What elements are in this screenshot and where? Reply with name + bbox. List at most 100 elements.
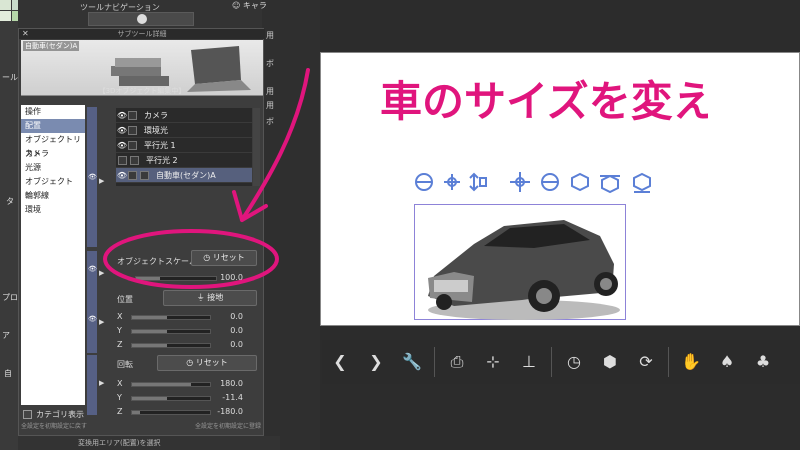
rotation-y-slider[interactable] bbox=[131, 396, 211, 401]
wrench-icon[interactable]: 🔧 bbox=[394, 340, 430, 384]
canvas-3d-toolbar: ❮ ❯ 🔧 ⎙ ⊹ ⊥ ◷ ⬢ ⟳ ✋ ♠ ♣ bbox=[322, 340, 800, 384]
left-edge-label: プロ bbox=[2, 293, 18, 302]
category-item[interactable]: オブジェクト bbox=[21, 175, 85, 189]
annotation-circle bbox=[103, 229, 279, 289]
rotation-y-value[interactable]: -11.4 bbox=[207, 393, 243, 402]
category-item-selected[interactable]: 配置 bbox=[21, 119, 85, 133]
rotation-x-slider[interactable] bbox=[131, 382, 211, 387]
ground-button-label: 接地 bbox=[207, 293, 224, 302]
panel-title: サブツール詳細 bbox=[19, 29, 265, 39]
left-edge-label: 自 bbox=[4, 369, 12, 378]
category-display-label: カテゴリ表示 bbox=[36, 410, 84, 419]
reset-button-label: リセット bbox=[195, 358, 228, 367]
axis-z-label: Z bbox=[117, 340, 123, 349]
right-col-label: 用 bbox=[266, 31, 274, 40]
expand-arrow-icon[interactable]: ▶ bbox=[99, 177, 104, 185]
category-item[interactable]: 輪郭線 bbox=[21, 189, 85, 203]
eye-icon[interactable]: 👁 bbox=[88, 173, 97, 181]
ground-button[interactable]: ⏚ 接地 bbox=[163, 290, 257, 306]
category-item[interactable]: 環境 bbox=[21, 203, 85, 217]
rotation-reset-button[interactable]: ◷ リセット bbox=[157, 355, 257, 371]
prev-icon[interactable]: ❮ bbox=[322, 340, 358, 384]
category-item[interactable]: 操作 bbox=[21, 105, 85, 119]
lock-checkbox[interactable] bbox=[128, 125, 137, 135]
position-z-slider[interactable] bbox=[131, 343, 211, 348]
pose-3-icon[interactable]: ♣ bbox=[745, 340, 781, 384]
category-item[interactable]: 光源 bbox=[21, 161, 85, 175]
position-x-slider[interactable] bbox=[131, 315, 211, 320]
rotate-z-icon[interactable] bbox=[600, 174, 620, 194]
close-icon[interactable]: ✕ bbox=[22, 29, 29, 39]
next-icon[interactable]: ❯ bbox=[358, 340, 394, 384]
object-name: カメラ bbox=[144, 110, 168, 120]
rotation-z-value[interactable]: -180.0 bbox=[207, 407, 243, 416]
3d-manipulator-toolbar bbox=[415, 172, 651, 194]
category-display-toggle[interactable]: カテゴリ表示 bbox=[23, 409, 84, 420]
position-y-slider[interactable] bbox=[131, 329, 211, 334]
ground-icon: ⏚ bbox=[196, 293, 205, 302]
axis-y-label: Y bbox=[117, 393, 122, 402]
lock-checkbox[interactable] bbox=[140, 170, 149, 180]
left-edge-label: ア bbox=[2, 331, 10, 340]
expand-arrow-icon[interactable]: ▶ bbox=[99, 318, 104, 326]
toolbar-separator bbox=[551, 347, 552, 377]
position-y-value[interactable]: 0.0 bbox=[207, 326, 243, 335]
move-plane-icon[interactable] bbox=[633, 172, 651, 193]
axis-x-label: X bbox=[117, 379, 123, 388]
eye-icon[interactable]: 👁 bbox=[116, 141, 128, 150]
eye-icon[interactable]: 👁 bbox=[116, 126, 128, 135]
rotate-xy-icon[interactable] bbox=[571, 172, 589, 192]
visibility-checkbox[interactable] bbox=[118, 155, 127, 165]
axis-x-label: X bbox=[117, 312, 123, 321]
expand-arrow-icon[interactable]: ▶ bbox=[99, 379, 104, 387]
category-list: 操作 配置 オブジェクトリスト カメラ 光源 オブジェクト 輪郭線 環境 bbox=[21, 105, 85, 405]
left-edge-label: タ bbox=[6, 197, 14, 206]
eye-icon[interactable]: 👁 bbox=[88, 265, 97, 273]
object-name: 平行光 1 bbox=[144, 140, 176, 150]
category-item[interactable]: カメラ bbox=[21, 147, 85, 161]
pose-icon[interactable]: ✋ bbox=[673, 340, 709, 384]
left-edge-label: ール bbox=[2, 73, 18, 82]
rotation-label: 回転 bbox=[117, 360, 133, 369]
camera-angle-icon[interactable]: ⎙ bbox=[439, 340, 475, 384]
lock-checkbox[interactable] bbox=[128, 170, 137, 180]
rotation-x-value[interactable]: 180.0 bbox=[207, 379, 243, 388]
reset-all-button[interactable]: 全設定を初期設定に戻す bbox=[21, 421, 87, 433]
rotate-floor-icon[interactable]: ⟳ bbox=[628, 340, 664, 384]
lock-checkbox[interactable] bbox=[128, 110, 137, 120]
move-object-icon[interactable] bbox=[510, 172, 530, 192]
dolly-camera-icon[interactable] bbox=[469, 172, 487, 192]
preview-label: 自動車(セダン)A bbox=[23, 41, 80, 51]
pan-camera-icon[interactable] bbox=[444, 174, 460, 190]
toolbar-separator bbox=[668, 347, 669, 377]
tool-navigation-button[interactable] bbox=[88, 12, 194, 26]
rotation-z-slider[interactable] bbox=[131, 410, 211, 415]
eye-column[interactable] bbox=[87, 355, 97, 415]
reset-icon[interactable]: ◷ bbox=[556, 340, 592, 384]
navigation-icon bbox=[137, 14, 147, 24]
character-tab[interactable]: ☺ キャラ bbox=[232, 0, 267, 11]
person-icon: ☺ bbox=[232, 1, 241, 10]
ground-icon[interactable]: ⊥ bbox=[511, 340, 547, 384]
object-name: 環境光 bbox=[144, 125, 168, 135]
eye-icon[interactable]: 👁 bbox=[116, 171, 128, 180]
lock-checkbox[interactable] bbox=[128, 140, 137, 150]
floor-icon[interactable]: ⬢ bbox=[592, 340, 628, 384]
object-name: 平行光 2 bbox=[146, 155, 178, 165]
sedan-car-model[interactable] bbox=[414, 206, 626, 322]
position-z-value[interactable]: 0.0 bbox=[207, 340, 243, 349]
reset-icon: ◷ bbox=[186, 358, 194, 367]
register-all-button[interactable]: 全設定を初期設定に登録 bbox=[195, 421, 261, 433]
toolbar-separator bbox=[434, 347, 435, 377]
eye-icon[interactable]: 👁 bbox=[116, 111, 128, 120]
pose-2-icon[interactable]: ♠ bbox=[709, 340, 745, 384]
rotate-object-icon[interactable] bbox=[541, 173, 559, 191]
handwritten-annotation: 車のサイズを変える bbox=[380, 77, 708, 126]
category-item[interactable]: オブジェクトリスト bbox=[21, 133, 85, 158]
category-display-checkbox[interactable] bbox=[23, 410, 32, 419]
position-x-value[interactable]: 0.0 bbox=[207, 312, 243, 321]
fit-icon[interactable]: ⊹ bbox=[475, 340, 511, 384]
lock-checkbox[interactable] bbox=[130, 155, 139, 165]
move-camera-icon[interactable] bbox=[415, 173, 433, 191]
eye-icon[interactable]: 👁 bbox=[88, 315, 97, 323]
